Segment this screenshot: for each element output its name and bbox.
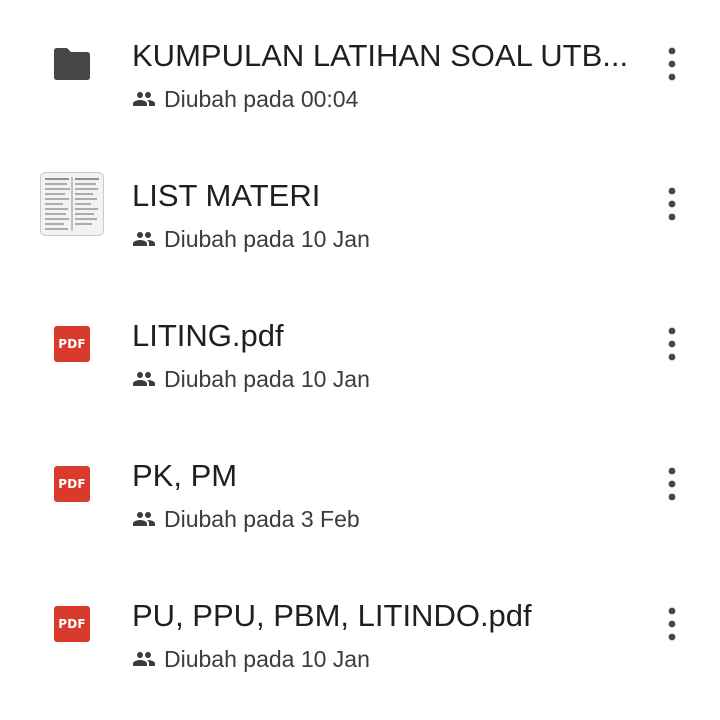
more-vert-icon xyxy=(668,327,676,361)
file-row-folder[interactable]: KUMPULAN LATIHAN SOAL UTB... Diubah pada… xyxy=(0,10,720,150)
shared-people-icon xyxy=(132,647,156,671)
more-vert-icon xyxy=(668,187,676,221)
modified-label: Diubah pada 10 Jan xyxy=(164,365,370,392)
more-options-button[interactable] xyxy=(648,178,696,230)
file-list: KUMPULAN LATIHAN SOAL UTB... Diubah pada… xyxy=(0,0,720,720)
more-vert-icon xyxy=(668,467,676,501)
modified-label: Diubah pada 3 Feb xyxy=(164,505,360,532)
more-vert-icon xyxy=(668,607,676,641)
shared-people-icon xyxy=(132,87,156,111)
more-options-button[interactable] xyxy=(648,598,696,650)
pdf-icon: PDF xyxy=(36,588,108,660)
more-options-button[interactable] xyxy=(648,38,696,90)
modified-label: Diubah pada 10 Jan xyxy=(164,225,370,252)
file-modified: Diubah pada 10 Jan xyxy=(132,364,370,394)
file-modified: Diubah pada 10 Jan xyxy=(132,224,370,254)
file-row-pdf[interactable]: PDF PK, PM Diubah pada 3 Feb xyxy=(0,430,720,570)
folder-icon xyxy=(36,28,108,100)
shared-people-icon xyxy=(132,367,156,391)
pdf-icon: PDF xyxy=(36,308,108,380)
more-options-button[interactable] xyxy=(648,458,696,510)
file-name: KUMPULAN LATIHAN SOAL UTB... xyxy=(132,38,629,73)
file-row-pdf[interactable]: PDF LITING.pdf Diubah pada 10 Jan xyxy=(0,290,720,430)
file-modified: Diubah pada 3 Feb xyxy=(132,504,360,534)
file-row-pdf[interactable]: PDF PU, PPU, PBM, LITINDO.pdf Diubah pad… xyxy=(0,570,720,710)
shared-people-icon xyxy=(132,227,156,251)
document-thumbnail xyxy=(36,168,108,240)
file-name: LITING.pdf xyxy=(132,318,284,353)
shared-people-icon xyxy=(132,507,156,531)
file-name: PK, PM xyxy=(132,458,238,493)
file-name: PU, PPU, PBM, LITINDO.pdf xyxy=(132,598,532,633)
more-options-button[interactable] xyxy=(648,318,696,370)
file-modified: Diubah pada 00:04 xyxy=(132,84,358,114)
modified-label: Diubah pada 10 Jan xyxy=(164,645,370,672)
file-name: LIST MATERI xyxy=(132,178,321,213)
more-vert-icon xyxy=(668,47,676,81)
file-modified: Diubah pada 10 Jan xyxy=(132,644,370,674)
pdf-icon: PDF xyxy=(36,448,108,520)
modified-label: Diubah pada 00:04 xyxy=(164,85,359,112)
file-row-document[interactable]: LIST MATERI Diubah pada 10 Jan xyxy=(0,150,720,290)
